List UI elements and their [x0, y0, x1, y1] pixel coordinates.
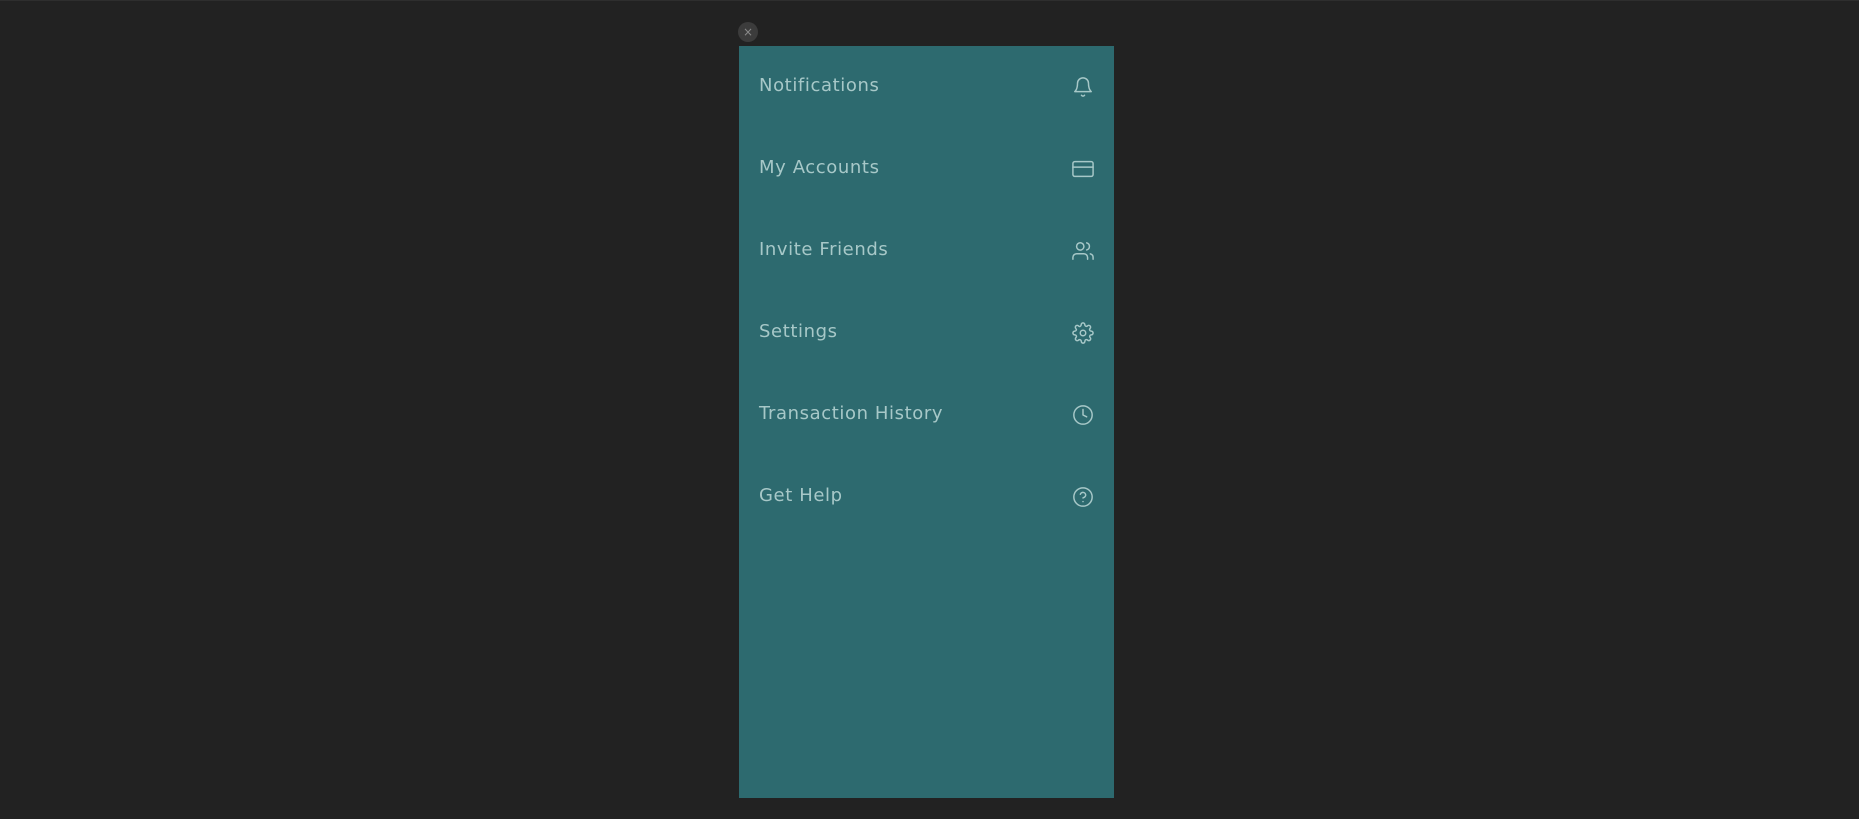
gear-icon — [1072, 322, 1094, 344]
menu-item-get-help[interactable]: Get Help — [739, 456, 1114, 538]
menu-item-settings[interactable]: Settings — [739, 292, 1114, 374]
menu-list: Notifications My Accounts Invite Friends — [739, 46, 1114, 538]
menu-item-label: My Accounts — [759, 157, 880, 178]
help-circle-icon — [1072, 486, 1094, 508]
menu-item-label: Settings — [759, 321, 838, 342]
menu-item-label: Transaction History — [759, 403, 944, 424]
close-button[interactable]: × — [738, 22, 758, 42]
close-icon: × — [742, 25, 754, 39]
users-icon — [1072, 240, 1094, 262]
clock-icon — [1072, 404, 1094, 426]
credit-card-icon — [1072, 158, 1094, 180]
menu-item-invite-friends[interactable]: Invite Friends — [739, 210, 1114, 292]
menu-item-my-accounts[interactable]: My Accounts — [739, 128, 1114, 210]
menu-item-label: Notifications — [759, 75, 880, 96]
menu-item-label: Invite Friends — [759, 239, 889, 260]
side-menu-drawer: Notifications My Accounts Invite Friends — [739, 46, 1114, 798]
menu-item-notifications[interactable]: Notifications — [739, 46, 1114, 128]
menu-item-label: Get Help — [759, 485, 843, 506]
menu-item-transaction-history[interactable]: Transaction History — [739, 374, 1114, 456]
bell-icon — [1072, 76, 1094, 98]
top-border — [0, 0, 1859, 1]
